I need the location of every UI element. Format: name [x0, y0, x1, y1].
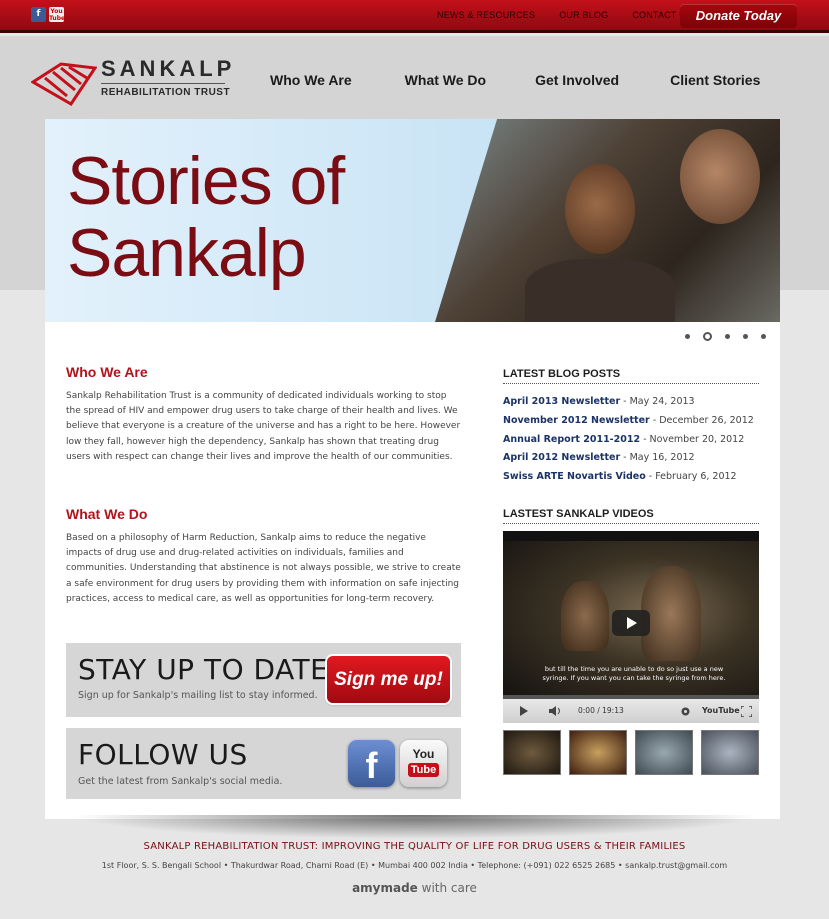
slider-dot[interactable] [685, 334, 690, 339]
video-time: 0:00 / 19:13 [578, 706, 624, 715]
logo-mark-icon [31, 62, 97, 106]
logo-divider [101, 83, 225, 84]
video-figure [561, 581, 609, 651]
footer-address: 1st Floor, S. S. Bengali School • Thakur… [101, 861, 728, 870]
blog-post-link[interactable]: April 2012 Newsletter [503, 452, 620, 463]
footer-credit-suffix: with care [417, 881, 477, 895]
slider-dot[interactable] [761, 334, 766, 339]
blog-post-date: - February 6, 2012 [645, 471, 737, 483]
video-thumbnail[interactable] [635, 730, 693, 775]
stay-up-to-date-text: Sign up for Sankalp's mailing list to st… [78, 690, 318, 701]
hero-title-line2: Sankalp [67, 215, 307, 291]
follow-us-text: Get the latest from Sankalp's social med… [78, 776, 283, 787]
blog-post: November 2012 Newsletter - December 26, … [503, 412, 763, 431]
follow-us-title: FOLLOW US [78, 738, 248, 771]
video-thumbnail[interactable] [701, 730, 759, 775]
videos-heading: LASTEST SANKALP VIDEOS [503, 508, 759, 524]
volume-icon[interactable] [549, 706, 563, 716]
top-link-blog[interactable]: OUR BLOG [559, 10, 608, 20]
top-bar: f You Tube NEWS & RESOURCES OUR BLOG CON… [0, 0, 829, 33]
play-icon[interactable] [519, 706, 529, 716]
content-shadow [70, 815, 760, 839]
nav-get-involved[interactable]: Get Involved [535, 72, 619, 88]
newsletter-box: STAY UP TO DATE Sign up for Sankalp's ma… [66, 643, 461, 717]
play-overlay-icon[interactable] [612, 610, 650, 636]
video-player[interactable]: but till the time you are unable to do s… [503, 531, 759, 723]
youtube-icon[interactable]: You Tube [49, 7, 65, 22]
logo-name: SANKALP [101, 56, 236, 81]
youtube-icon[interactable]: You Tube [400, 740, 447, 787]
nav-what-we-do[interactable]: What We Do [405, 72, 486, 88]
blog-posts-heading: LATEST BLOG POSTS [503, 368, 759, 384]
donate-button[interactable]: Donate Today [680, 4, 797, 28]
slider-dots [685, 332, 766, 341]
hero-title: Stories of Sankalp [67, 143, 345, 291]
top-link-news[interactable]: NEWS & RESOURCES [437, 10, 535, 20]
blog-post: April 2012 Newsletter - May 16, 2012 [503, 449, 763, 468]
sign-up-button[interactable]: Sign me up! [327, 656, 450, 703]
video-subtitle: but till the time you are unable to do s… [542, 665, 726, 682]
top-links: NEWS & RESOURCES OUR BLOG CONTACT US [437, 10, 692, 20]
logo-subtitle: REHABILITATION TRUST [101, 87, 231, 98]
hero-photo [435, 119, 780, 322]
youtube-you: You [412, 747, 435, 761]
hero-photo-face [680, 129, 760, 224]
settings-icon[interactable] [681, 707, 690, 716]
slider-dot[interactable] [725, 334, 730, 339]
blog-post-date: - November 20, 2012 [640, 433, 745, 445]
footer-credit[interactable]: amymade with care [0, 881, 829, 895]
who-we-are-text: Sankalp Rehabilitation Trust is a commun… [66, 391, 461, 462]
video-thumbnail[interactable] [503, 730, 561, 775]
what-we-do-text: Based on a philosophy of Harm Reduction,… [66, 533, 461, 604]
nav-who-we-are[interactable]: Who We Are [270, 72, 352, 88]
blog-post: Swiss ARTE Novartis Video - February 6, … [503, 468, 763, 487]
blog-post-link[interactable]: Annual Report 2011-2012 [503, 434, 640, 445]
youtube-logo[interactable]: YouTube [702, 699, 740, 723]
blog-post-link[interactable]: April 2013 Newsletter [503, 396, 620, 407]
video-thumbnails [503, 730, 759, 775]
hero-slider[interactable]: Stories of Sankalp [45, 119, 780, 322]
blog-post: April 2013 Newsletter - May 24, 2013 [503, 393, 763, 412]
blog-post-link[interactable]: November 2012 Newsletter [503, 415, 650, 426]
main-nav: Who We Are What We Do Get Involved Clien… [270, 72, 760, 88]
blog-post-date: - December 26, 2012 [649, 414, 754, 426]
video-controls: 0:00 / 19:13 YouTube [503, 699, 759, 723]
youtube-tube: Tube [407, 763, 440, 777]
fullscreen-icon[interactable] [741, 706, 752, 717]
who-we-are-heading: Who We Are [66, 364, 148, 380]
blog-post-date: - May 24, 2013 [620, 396, 695, 407]
blog-post: Annual Report 2011-2012 - November 20, 2… [503, 431, 763, 450]
nav-client-stories[interactable]: Client Stories [670, 72, 760, 88]
main-content: Who We Are Sankalp Rehabilitation Trust … [45, 322, 780, 819]
what-we-do-heading: What We Do [66, 506, 148, 522]
hero-photo-face [565, 164, 635, 254]
site-logo[interactable]: SANKALP REHABILITATION TRUST [31, 56, 231, 110]
top-social-icons: f You Tube [31, 7, 65, 22]
blog-post-date: - May 16, 2012 [620, 452, 695, 464]
footer-tagline: SANKALP REHABILITATION TRUST: IMPROVING … [143, 841, 686, 852]
blog-post-link[interactable]: Swiss ARTE Novartis Video [503, 471, 646, 482]
slider-dot[interactable] [743, 334, 748, 339]
play-triangle [627, 617, 637, 629]
video-thumbnail[interactable] [569, 730, 627, 775]
blog-posts-list: April 2013 Newsletter - May 24, 2013 Nov… [503, 393, 763, 487]
footer-credit-brand: amymade [352, 881, 418, 895]
facebook-icon[interactable]: f [348, 740, 395, 787]
video-figure [641, 566, 701, 661]
hero-title-line1: Stories of [67, 143, 345, 219]
slider-dot-active[interactable] [703, 332, 712, 341]
follow-us-box: FOLLOW US Get the latest from Sankalp's … [66, 728, 461, 799]
hero-photo-figure [525, 259, 675, 322]
stay-up-to-date-title: STAY UP TO DATE [78, 653, 329, 686]
video-frame[interactable]: but till the time you are unable to do s… [503, 541, 759, 698]
facebook-icon[interactable]: f [31, 7, 46, 22]
